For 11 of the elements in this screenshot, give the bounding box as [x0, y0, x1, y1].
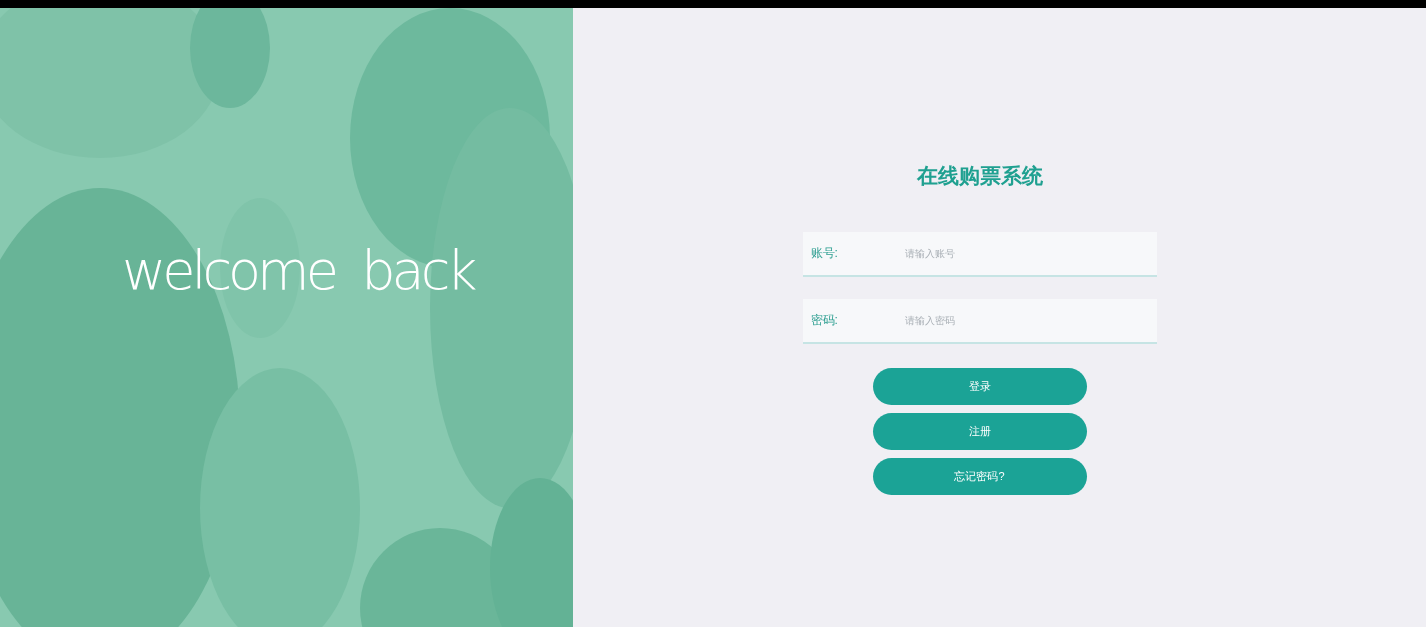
welcome-text: welcome back: [122, 238, 474, 304]
action-button[interactable]: 登录: [872, 367, 1087, 405]
app-title: 在线购票系统: [916, 163, 1043, 189]
action-button[interactable]: 忘记密码?: [872, 457, 1087, 495]
input-field[interactable]: 请输入账号: [902, 244, 1157, 262]
form-field[interactable]: 账号: 请输入账号: [802, 231, 1157, 277]
field-label: 密码:: [810, 312, 839, 329]
action-button[interactable]: 注册: [872, 412, 1087, 450]
input-field[interactable]: 请输入密码: [902, 311, 1157, 329]
form-field[interactable]: 密码: 请输入密码: [802, 298, 1157, 344]
field-label: 账号:: [810, 245, 839, 262]
